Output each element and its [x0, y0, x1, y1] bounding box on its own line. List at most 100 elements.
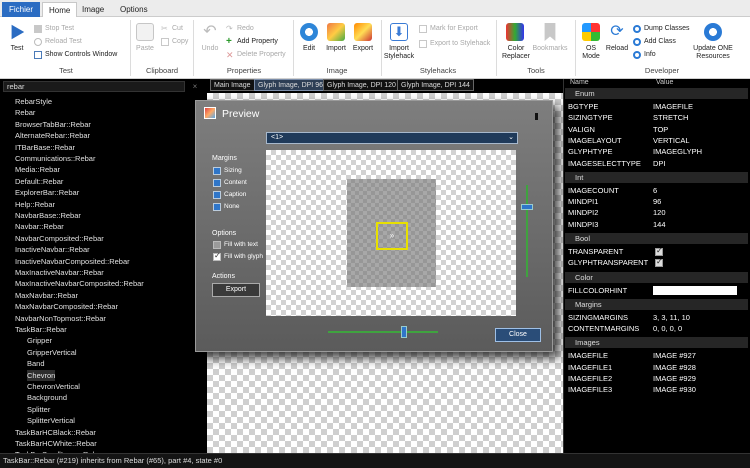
- section-enum[interactable]: Enum: [565, 88, 748, 99]
- property-name[interactable]: IMAGEFILE1: [568, 362, 612, 373]
- cut-button[interactable]: ✂ Cut: [161, 23, 183, 34]
- search-clear-icon[interactable]: ×: [186, 81, 204, 92]
- info-button[interactable]: Info: [633, 49, 656, 60]
- reload-test-button[interactable]: Reload Test: [34, 36, 82, 47]
- horizontal-size-slider-track[interactable]: [328, 331, 438, 333]
- section-bool[interactable]: Bool: [565, 233, 748, 244]
- property-value[interactable]: 96: [653, 196, 661, 207]
- tree-item[interactable]: BrowserTabBar::Rebar: [15, 119, 91, 130]
- tree-item[interactable]: Rebar: [15, 107, 35, 118]
- delete-property-button[interactable]: ✕ Delete Property: [226, 49, 286, 60]
- tab-options[interactable]: Options: [114, 2, 154, 17]
- tree-item[interactable]: Background: [27, 392, 67, 403]
- tree-item[interactable]: InactiveNavbarComposited::Rebar: [15, 256, 130, 267]
- property-name[interactable]: TRANSPARENT: [568, 246, 623, 257]
- property-name[interactable]: SIZINGMARGINS: [568, 312, 628, 323]
- property-value[interactable]: 144: [653, 219, 666, 230]
- tree-item[interactable]: TaskBarHCWhite::Rebar: [15, 438, 97, 449]
- color-swatch[interactable]: [653, 285, 737, 295]
- section-margins[interactable]: Margins: [565, 298, 748, 310]
- tree-item[interactable]: Band: [27, 358, 45, 369]
- property-value[interactable]: IMAGE #928: [653, 362, 696, 373]
- tab-glyph-dpi-120[interactable]: Glyph Image, DPI 120: [323, 79, 400, 91]
- vertical-size-slider-track[interactable]: [526, 185, 528, 277]
- bool-checkbox[interactable]: [655, 257, 663, 267]
- tree-item[interactable]: InactiveNavbar::Rebar: [15, 244, 90, 255]
- tree-item[interactable]: Communications::Rebar: [15, 153, 95, 164]
- tree-item[interactable]: NavbarNonTopmost::Rebar: [15, 313, 106, 324]
- tree-item[interactable]: MaxNavbar::Rebar: [15, 290, 78, 301]
- section-images[interactable]: Images: [565, 337, 748, 349]
- property-name[interactable]: SIZINGTYPE: [568, 112, 613, 123]
- redo-button[interactable]: ↷ Redo: [226, 23, 254, 34]
- tree-item[interactable]: ChevronVertical: [27, 381, 80, 392]
- property-value[interactable]: IMAGE #927: [653, 350, 696, 361]
- mark-for-export-button[interactable]: Mark for Export: [419, 23, 478, 34]
- property-name[interactable]: IMAGESELECTTYPE: [568, 158, 641, 169]
- property-name[interactable]: FILLCOLORHINT: [568, 285, 627, 296]
- tree-item[interactable]: ITBarBase::Rebar: [15, 142, 75, 153]
- dump-classes-button[interactable]: Dump Classes: [633, 23, 690, 34]
- tree-item[interactable]: Help::Rebar: [15, 199, 55, 210]
- property-name[interactable]: CONTENTMARGINS: [568, 323, 639, 334]
- tab-glyph-dpi-96[interactable]: Glyph Image, DPI 96: [254, 79, 327, 91]
- show-controls-window-button[interactable]: Show Controls Window: [34, 49, 117, 60]
- image-index-select[interactable]: <1> ⌄: [266, 132, 518, 144]
- property-name[interactable]: MINDPI1: [568, 196, 598, 207]
- caption-checkbox[interactable]: [213, 191, 221, 199]
- property-name[interactable]: IMAGEFILE: [568, 350, 608, 361]
- none-checkbox[interactable]: [213, 203, 221, 211]
- sizing-checkbox[interactable]: [213, 167, 221, 175]
- tree-item[interactable]: NavbarComposited::Rebar: [15, 233, 104, 244]
- tree-item[interactable]: ExplorerBar::Rebar: [15, 187, 79, 198]
- property-value[interactable]: IMAGEFILE: [653, 101, 693, 112]
- tree-item[interactable]: Chevron: [27, 369, 56, 381]
- property-value[interactable]: STRETCH: [653, 112, 688, 123]
- property-name[interactable]: IMAGELAYOUT: [568, 135, 622, 146]
- property-value[interactable]: DPI: [653, 158, 666, 169]
- add-class-button[interactable]: Add Class: [633, 36, 676, 47]
- tab-main-image[interactable]: Main Image: [210, 79, 255, 91]
- property-name[interactable]: IMAGEFILE3: [568, 384, 612, 395]
- tab-home[interactable]: Home: [42, 2, 78, 17]
- property-name[interactable]: IMAGECOUNT: [568, 185, 619, 196]
- export-to-stylehack-button[interactable]: Export to Stylehack: [419, 38, 490, 49]
- stop-test-button[interactable]: Stop Test: [34, 23, 74, 34]
- property-value[interactable]: 120: [653, 207, 666, 218]
- fill-with-glyph-checkbox[interactable]: [213, 251, 221, 261]
- tree-item[interactable]: AlternateRebar::Rebar: [15, 130, 90, 141]
- add-property-button[interactable]: + Add Property: [226, 36, 278, 47]
- property-value[interactable]: 3, 3, 11, 10: [653, 312, 690, 323]
- fill-with-text-checkbox[interactable]: [213, 241, 221, 249]
- preview-pin-icon[interactable]: [535, 113, 538, 120]
- property-value[interactable]: IMAGEGLYPH: [653, 146, 702, 157]
- copy-button[interactable]: Copy: [161, 36, 188, 47]
- tree-item[interactable]: Media::Rebar: [15, 164, 60, 175]
- tree-item[interactable]: Splitter: [27, 404, 50, 415]
- tree-item[interactable]: Gripper: [27, 335, 52, 346]
- tree-item[interactable]: Navbar::Rebar: [15, 221, 64, 232]
- tab-fichier[interactable]: Fichier: [2, 2, 40, 17]
- section-int[interactable]: Int: [565, 171, 748, 183]
- tree-item[interactable]: RebarStyle: [15, 96, 52, 107]
- property-value[interactable]: 0, 0, 0, 0: [653, 323, 682, 334]
- horizontal-size-slider-thumb[interactable]: [401, 326, 407, 338]
- property-name[interactable]: IMAGEFILE2: [568, 373, 612, 384]
- content-checkbox[interactable]: [213, 179, 221, 187]
- property-name[interactable]: BGTYPE: [568, 101, 598, 112]
- tab-glyph-dpi-144[interactable]: Glyph Image, DPI 144: [397, 79, 474, 91]
- tree-item[interactable]: GripperVertical: [27, 347, 77, 358]
- bool-checkbox[interactable]: [655, 246, 663, 256]
- tree-item[interactable]: NavbarBase::Rebar: [15, 210, 81, 221]
- property-value[interactable]: IMAGE #929: [653, 373, 696, 384]
- tree-item[interactable]: MaxInactiveNavbarComposited::Rebar: [15, 278, 144, 289]
- property-name[interactable]: GLYPHTYPE: [568, 146, 612, 157]
- search-input[interactable]: [3, 81, 185, 92]
- property-value[interactable]: IMAGE #930: [653, 384, 696, 395]
- close-button[interactable]: Close: [495, 328, 541, 342]
- vertical-size-slider-thumb[interactable]: [521, 204, 533, 210]
- export-preview-button[interactable]: Export: [212, 283, 260, 297]
- tree-item[interactable]: TaskBar::Rebar: [15, 324, 67, 335]
- property-value[interactable]: TOP: [653, 124, 668, 135]
- property-value[interactable]: VERTICAL: [653, 135, 690, 146]
